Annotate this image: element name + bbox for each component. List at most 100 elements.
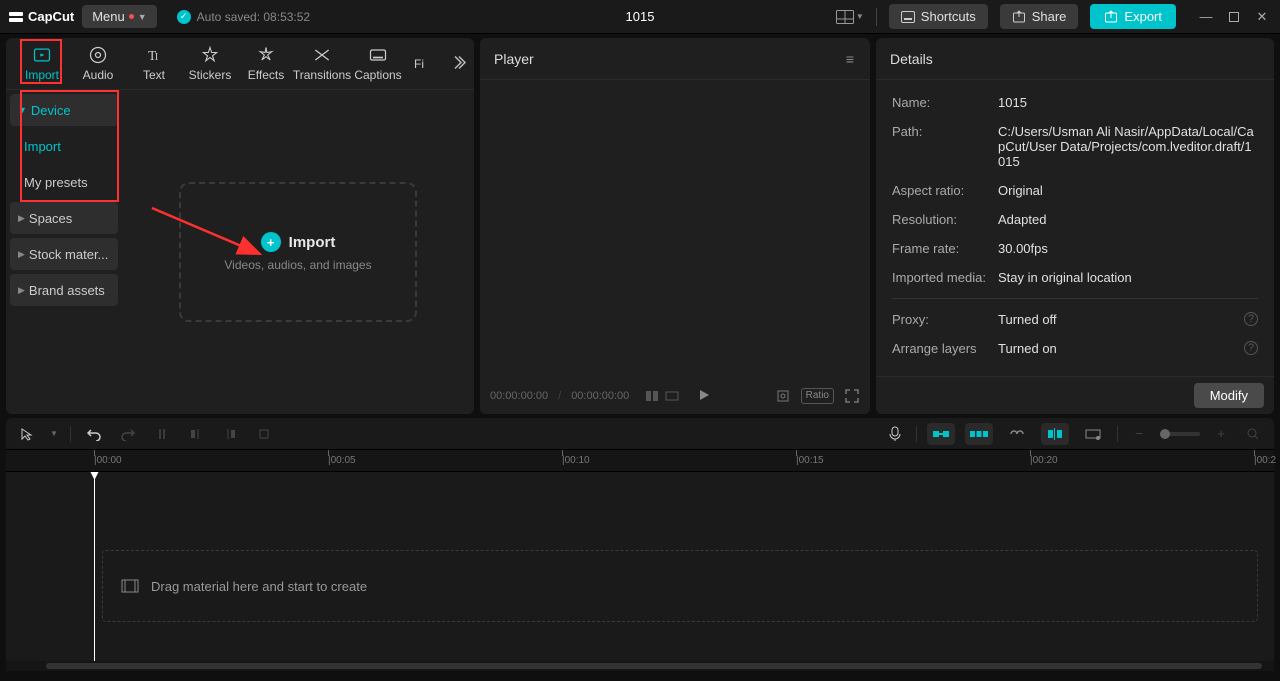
detail-row-path: Path:C:/Users/Usman Ali Nasir/AppData/Lo…	[892, 117, 1258, 176]
selection-tool[interactable]	[16, 423, 38, 445]
tab-transitions[interactable]: Transitions	[294, 38, 350, 89]
playhead[interactable]	[94, 472, 95, 661]
import-sidebar: ▼ Device Import My presets ▶ Spaces ▶ St…	[6, 90, 122, 414]
tab-effects[interactable]: Effects	[238, 38, 294, 89]
maximize-button[interactable]	[1224, 7, 1244, 27]
delete-right-tool[interactable]	[219, 423, 241, 445]
scrollbar-thumb[interactable]	[46, 663, 1262, 669]
transitions-icon	[312, 45, 332, 65]
player-viewport[interactable]: 00:00:00:00 / 00:00:00:00 Ratio	[480, 80, 870, 414]
ratio-button[interactable]: Ratio	[801, 388, 834, 404]
audio-icon	[88, 45, 108, 65]
layout-button[interactable]: ▼	[836, 6, 864, 28]
shortcuts-button[interactable]: Shortcuts	[889, 4, 988, 29]
timeline-panel: ▼ − + |00:00 |00:	[6, 418, 1274, 671]
tab-import[interactable]: Import	[14, 38, 70, 89]
record-audio-button[interactable]	[884, 423, 906, 445]
chevron-right-icon: ▶	[18, 249, 25, 260]
undo-button[interactable]	[83, 423, 105, 445]
modify-button[interactable]: Modify	[1194, 383, 1264, 408]
menu-button[interactable]: Menu ▼	[82, 5, 156, 28]
chevron-down-icon: ▼	[856, 12, 864, 21]
details-header: Details	[876, 38, 1274, 80]
sidebar-group-spaces[interactable]: ▶ Spaces	[10, 202, 118, 234]
export-icon	[1104, 10, 1118, 24]
film-icon	[121, 579, 139, 593]
svg-text:I: I	[155, 52, 158, 63]
timeline-scrollbar[interactable]	[6, 661, 1274, 671]
detail-row-framerate: Frame rate:30.00fps	[892, 234, 1258, 263]
captions-icon	[368, 45, 388, 65]
split-tool[interactable]	[151, 423, 173, 445]
fullscreen-icon[interactable]	[844, 388, 860, 404]
snap-toggle[interactable]	[1041, 423, 1069, 445]
media-panel: Import Audio TI Text Stickers Effects Tr…	[6, 38, 474, 414]
details-panel: Details Name:1015 Path:C:/Users/Usman Al…	[876, 38, 1274, 414]
sidebar-item-mypresets[interactable]: My presets	[10, 166, 118, 198]
help-icon[interactable]: ?	[1244, 341, 1258, 355]
delete-left-tool[interactable]	[185, 423, 207, 445]
link-toggle[interactable]	[1003, 423, 1031, 445]
timeline-tracks[interactable]: Drag material here and start to create	[6, 472, 1274, 661]
help-icon[interactable]: ?	[1244, 312, 1258, 326]
tab-filters[interactable]: Fi	[406, 38, 432, 89]
zoom-out-button[interactable]: −	[1128, 423, 1150, 445]
zoom-slider[interactable]	[1160, 432, 1200, 436]
project-title: 1015	[626, 9, 655, 24]
sidebar-group-stock[interactable]: ▶ Stock mater...	[10, 238, 118, 270]
import-title: Import	[289, 234, 336, 251]
play-button[interactable]	[697, 388, 711, 405]
detail-row-name: Name:1015	[892, 88, 1258, 117]
notification-dot-icon	[129, 14, 134, 19]
detail-row-proxy: Proxy:Turned off?	[892, 305, 1258, 334]
preview-axis-toggle[interactable]	[1079, 423, 1107, 445]
import-media-icon	[32, 45, 52, 65]
close-button[interactable]: ✕	[1252, 7, 1272, 27]
title-bar: CapCut Menu ▼ ✓ Auto saved: 08:53:52 101…	[0, 0, 1280, 34]
tab-stickers[interactable]: Stickers	[182, 38, 238, 89]
redo-button[interactable]	[117, 423, 139, 445]
chevron-down-icon: ▼	[18, 105, 27, 115]
detail-row-resolution: Resolution:Adapted	[892, 205, 1258, 234]
tab-captions[interactable]: Captions	[350, 38, 406, 89]
capcut-logo-icon	[8, 9, 24, 25]
sidebar-item-import[interactable]: Import	[10, 130, 118, 162]
chevron-right-icon: ▶	[18, 213, 25, 224]
compare-icon[interactable]	[645, 389, 659, 403]
chevron-down-icon[interactable]: ▼	[50, 429, 58, 438]
autosave-status: ✓ Auto saved: 08:53:52	[177, 10, 310, 24]
app-name: CapCut	[28, 9, 74, 24]
stickers-icon	[200, 45, 220, 65]
sidebar-group-brand[interactable]: ▶ Brand assets	[10, 274, 118, 306]
detail-row-imported: Imported media:Stay in original location	[892, 263, 1258, 292]
magnet-all-toggle[interactable]	[965, 423, 993, 445]
tabs-scroll-right[interactable]	[450, 53, 468, 74]
window-controls: — ✕	[1196, 7, 1272, 27]
player-menu-button[interactable]: ≡	[846, 51, 856, 67]
quality-icon[interactable]	[665, 389, 679, 403]
zoom-in-button[interactable]: +	[1210, 423, 1232, 445]
magnet-main-toggle[interactable]	[927, 423, 955, 445]
tab-text[interactable]: TI Text	[126, 38, 182, 89]
check-icon: ✓	[177, 10, 191, 24]
player-panel: Player ≡ 00:00:00:00 / 00:00:00:00 Ratio	[480, 38, 870, 414]
plus-icon: +	[261, 232, 281, 252]
scale-icon[interactable]	[775, 388, 791, 404]
minimize-button[interactable]: —	[1196, 7, 1216, 27]
timeline-drop-hint[interactable]: Drag material here and start to create	[102, 550, 1258, 622]
timeline-ruler[interactable]: |00:00 |00:05 |00:10 |00:15 |00:20 |00:2	[6, 450, 1274, 472]
sidebar-group-device[interactable]: ▼ Device	[10, 94, 118, 126]
export-button[interactable]: Export	[1090, 4, 1176, 29]
app-logo: CapCut	[8, 9, 74, 25]
text-icon: TI	[144, 45, 164, 65]
player-header: Player ≡	[480, 38, 870, 80]
import-dropzone[interactable]: + Import Videos, audios, and images	[179, 182, 417, 322]
media-tabs: Import Audio TI Text Stickers Effects Tr…	[6, 38, 474, 90]
zoom-fit-button[interactable]	[1242, 423, 1264, 445]
crop-tool[interactable]	[253, 423, 275, 445]
effects-icon	[256, 45, 276, 65]
tab-audio[interactable]: Audio	[70, 38, 126, 89]
share-button[interactable]: Share	[1000, 4, 1079, 29]
chevron-down-icon: ▼	[138, 12, 147, 22]
current-time: 00:00:00:00	[490, 390, 548, 402]
